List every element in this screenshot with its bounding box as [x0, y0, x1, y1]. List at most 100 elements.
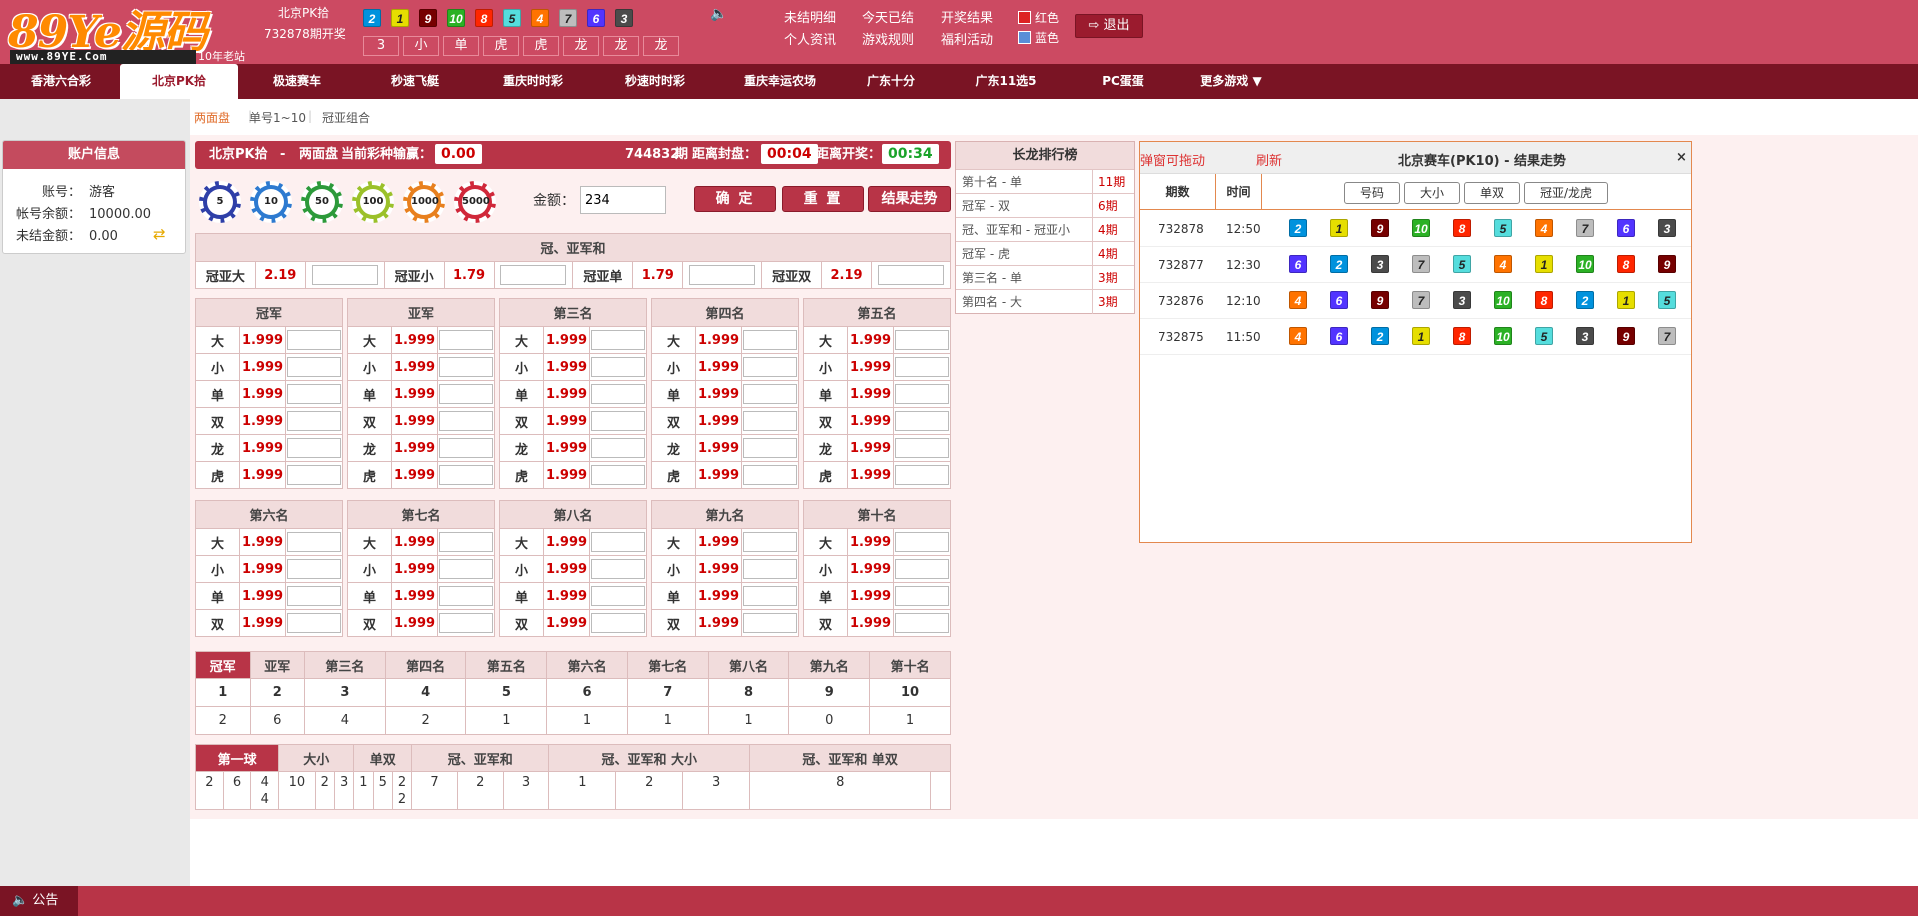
bet-input[interactable]	[287, 438, 341, 458]
bet-input[interactable]	[591, 330, 645, 350]
bet-input[interactable]	[743, 438, 797, 458]
bet-input[interactable]	[439, 613, 493, 633]
close-icon[interactable]: ×	[1676, 150, 1687, 165]
trend-tab-size[interactable]: 大小	[1404, 182, 1460, 204]
bet-input[interactable]	[895, 330, 949, 350]
bet-input[interactable]	[895, 384, 949, 404]
trend-tab-dragon-tiger[interactable]: 冠亚/龙虎	[1524, 182, 1608, 204]
bet-input[interactable]	[439, 559, 493, 579]
bet-input[interactable]	[743, 384, 797, 404]
position-tab[interactable]: 第五名	[465, 651, 548, 679]
bet-input[interactable]	[439, 586, 493, 606]
position-tab[interactable]: 第四名	[384, 651, 467, 679]
bet-input[interactable]	[743, 465, 797, 485]
bet-input[interactable]	[439, 330, 493, 350]
position-tab[interactable]: 第六名	[546, 651, 628, 679]
sound-icon[interactable]: 🔈	[710, 6, 727, 22]
bet-input[interactable]	[895, 532, 949, 552]
position-tab[interactable]: 第七名	[626, 651, 709, 679]
bet-input[interactable]	[287, 330, 341, 350]
reset-button[interactable]: 重 置	[782, 186, 864, 212]
position-tab[interactable]: 第八名	[707, 651, 790, 679]
notice-button[interactable]: 🔈 公告	[0, 886, 78, 916]
sum-bet-input[interactable]	[689, 265, 756, 285]
bet-input[interactable]	[439, 411, 493, 431]
ball-stat-tab[interactable]: 冠、亚军和 单双	[749, 744, 951, 772]
bet-input[interactable]	[287, 384, 341, 404]
theme-blue-option[interactable]: 蓝色	[1018, 28, 1059, 48]
nav-tab[interactable]: 香港六合彩	[2, 64, 120, 99]
blue-checkbox[interactable]	[1018, 31, 1031, 44]
bet-input[interactable]	[591, 411, 645, 431]
chip-1000[interactable]: 1000	[403, 181, 445, 223]
bet-input[interactable]	[743, 532, 797, 552]
bet-input[interactable]	[743, 613, 797, 633]
bet-input[interactable]	[287, 532, 341, 552]
bet-input[interactable]	[287, 465, 341, 485]
position-tab[interactable]: 冠军	[195, 651, 251, 679]
bet-input[interactable]	[895, 559, 949, 579]
sum-bet-input[interactable]	[311, 265, 378, 285]
trend-button[interactable]: 结果走势	[868, 186, 951, 212]
bet-input[interactable]	[287, 586, 341, 606]
confirm-button[interactable]: 确 定	[694, 186, 776, 212]
chip-10[interactable]: 10	[250, 181, 292, 223]
chip-100[interactable]: 100	[352, 181, 394, 223]
amount-input[interactable]	[580, 186, 666, 214]
nav-tab[interactable]: 秒速飞艇	[356, 64, 474, 99]
bet-input[interactable]	[439, 438, 493, 458]
bet-input[interactable]	[591, 559, 645, 579]
bet-input[interactable]	[743, 586, 797, 606]
trend-tab-oddeven[interactable]: 单双	[1464, 182, 1520, 204]
theme-red-option[interactable]: 红色	[1018, 8, 1059, 28]
subtab-two-sides[interactable]: 两面盘	[194, 109, 230, 126]
bet-input[interactable]	[895, 438, 949, 458]
link-unsettled[interactable]: 未结明细	[784, 8, 836, 30]
nav-tab[interactable]: PC蛋蛋	[1072, 64, 1174, 99]
sum-bet-input[interactable]	[877, 265, 944, 285]
trend-tab-number[interactable]: 号码	[1344, 182, 1400, 204]
chip-5000[interactable]: 5000	[454, 181, 496, 223]
subtab-combo[interactable]: 冠亚组合	[322, 109, 370, 126]
bet-input[interactable]	[591, 532, 645, 552]
bet-input[interactable]	[287, 559, 341, 579]
position-tab[interactable]: 第十名	[869, 651, 951, 679]
bet-input[interactable]	[591, 613, 645, 633]
bet-input[interactable]	[591, 438, 645, 458]
bet-input[interactable]	[287, 357, 341, 377]
trend-refresh-link[interactable]: 刷新	[1256, 150, 1282, 169]
ball-stat-tab[interactable]: 第一球	[194, 744, 280, 772]
nav-tab[interactable]: 更多游戏 ▼	[1174, 64, 1288, 99]
bet-input[interactable]	[743, 357, 797, 377]
bet-input[interactable]	[439, 357, 493, 377]
ball-stat-tab[interactable]: 冠、亚军和 大小	[548, 744, 751, 772]
bet-input[interactable]	[439, 384, 493, 404]
ball-stat-tab[interactable]: 大小	[278, 744, 355, 772]
ball-stat-tab[interactable]: 冠、亚军和	[411, 744, 550, 772]
link-settled-today[interactable]: 今天已结	[862, 8, 914, 30]
trend-title-bar[interactable]: 弹窗可拖动 刷新 北京赛车(PK10) - 结果走势 ×	[1140, 142, 1691, 174]
position-tab[interactable]: 亚军	[249, 651, 305, 679]
link-profile[interactable]: 个人资讯	[784, 30, 836, 52]
bet-input[interactable]	[743, 559, 797, 579]
nav-tab[interactable]: 重庆时时彩	[474, 64, 592, 99]
sum-bet-input[interactable]	[500, 265, 567, 285]
bet-input[interactable]	[439, 532, 493, 552]
nav-tab[interactable]: 北京PK拾	[120, 64, 238, 99]
bet-input[interactable]	[743, 411, 797, 431]
bet-input[interactable]	[287, 613, 341, 633]
bet-input[interactable]	[591, 357, 645, 377]
bet-input[interactable]	[591, 384, 645, 404]
bet-input[interactable]	[439, 465, 493, 485]
logout-button[interactable]: ⇨ 退出	[1075, 14, 1143, 38]
chip-5[interactable]: 5	[199, 181, 241, 223]
subtab-single-number[interactable]: 单号1~10	[249, 109, 306, 126]
nav-tab[interactable]: 广东十分	[842, 64, 940, 99]
chip-50[interactable]: 50	[301, 181, 343, 223]
bet-input[interactable]	[895, 465, 949, 485]
nav-tab[interactable]: 广东11选5	[940, 64, 1072, 99]
nav-tab[interactable]: 秒速时时彩	[592, 64, 718, 99]
bet-input[interactable]	[895, 586, 949, 606]
red-checkbox[interactable]	[1018, 11, 1031, 24]
bet-input[interactable]	[591, 586, 645, 606]
